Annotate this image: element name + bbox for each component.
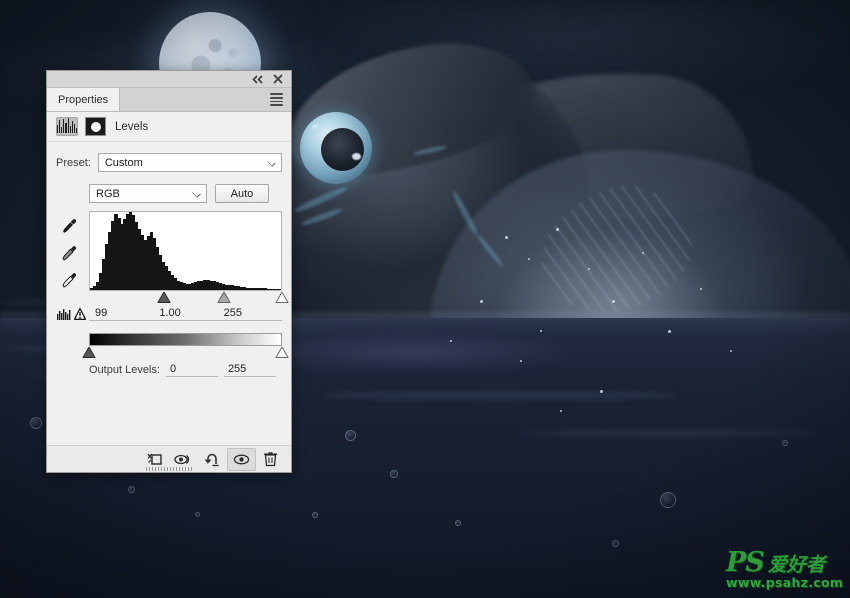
panel-footer — [47, 445, 291, 472]
channel-select[interactable]: RGB — [89, 184, 207, 203]
panel-menu-icon[interactable] — [262, 88, 291, 111]
watermark: PS 爱好者 www.psahz.com — [726, 549, 846, 591]
midtone-input-handle[interactable] — [218, 292, 231, 303]
histogram-area — [56, 211, 282, 303]
output-gradient-bar — [89, 333, 282, 346]
screenshot-root: PS 爱好者 www.psahz.com Properties — [0, 0, 850, 598]
double-chevron-left-icon[interactable] — [252, 75, 264, 84]
toggle-visibility-button[interactable] — [227, 448, 256, 471]
preset-value: Custom — [105, 157, 143, 169]
hamburger-icon — [270, 93, 283, 105]
output-black-handle[interactable] — [83, 347, 96, 358]
tab-properties[interactable]: Properties — [47, 88, 120, 111]
set-gray-point-eyedropper[interactable] — [60, 244, 78, 262]
shadow-input-field[interactable] — [89, 307, 153, 321]
channel-value: RGB — [96, 188, 120, 200]
midtone-input-field[interactable] — [153, 307, 217, 321]
highlight-input-value[interactable] — [218, 307, 282, 321]
midtone-input-value[interactable] — [153, 307, 217, 321]
warning-triangle-icon — [74, 308, 86, 320]
histogram-bar — [278, 289, 282, 290]
output-black-field[interactable] — [166, 363, 218, 377]
eyedropper-group — [56, 211, 82, 303]
properties-panel[interactable]: Properties Levels Preset: Custom — [46, 70, 292, 473]
histogram-column — [89, 211, 282, 303]
eye-previous-state-icon — [174, 452, 193, 467]
delete-button[interactable] — [256, 448, 285, 471]
histogram-warning-icons — [56, 308, 89, 320]
close-icon[interactable] — [273, 74, 283, 84]
adjustment-header: Levels — [47, 112, 291, 142]
watermark-logo: PS 爱好者 — [726, 549, 825, 576]
set-black-point-eyedropper[interactable] — [60, 217, 78, 235]
output-levels-label: Output Levels: — [89, 364, 160, 376]
output-black-value[interactable] — [166, 363, 218, 377]
auto-button[interactable]: Auto — [215, 184, 269, 203]
chevron-down-icon — [267, 158, 275, 166]
input-levels-slider[interactable] — [89, 292, 282, 303]
eye-icon — [233, 453, 250, 466]
output-white-handle[interactable] — [276, 347, 289, 358]
histogram-small-icon — [57, 308, 72, 320]
output-levels-area — [56, 333, 282, 358]
channel-row: RGB Auto — [56, 184, 282, 203]
clip-to-layer-icon — [146, 452, 163, 467]
layer-mask-thumbnail[interactable] — [85, 117, 106, 136]
set-white-point-eyedropper[interactable] — [60, 271, 78, 289]
highlight-input-field[interactable] — [218, 307, 282, 321]
output-white-value[interactable] — [224, 363, 276, 377]
shadow-input-value[interactable] — [89, 307, 153, 321]
watermark-logo-latin: PS — [726, 549, 764, 576]
tab-properties-label: Properties — [58, 94, 108, 106]
preset-row: Preset: Custom — [56, 153, 282, 172]
preset-label: Preset: — [56, 157, 91, 169]
reset-arrow-icon — [204, 452, 221, 467]
chevron-down-icon — [192, 189, 200, 197]
output-white-field[interactable] — [224, 363, 276, 377]
preset-select[interactable]: Custom — [98, 153, 282, 172]
highlight-input-handle[interactable] — [276, 292, 289, 303]
panel-resize-grip[interactable] — [146, 467, 192, 471]
output-levels-row: Output Levels: — [56, 363, 282, 377]
watermark-logo-cn: 爱好者 — [768, 556, 825, 575]
panel-body: Preset: Custom RGB Auto — [47, 142, 291, 445]
levels-adjustment-icon[interactable] — [56, 117, 78, 136]
panel-titlebar[interactable] — [47, 71, 291, 88]
histogram-chart[interactable] — [89, 211, 282, 291]
input-levels-row — [56, 307, 282, 321]
adjustment-title: Levels — [115, 121, 148, 133]
panel-tabstrip[interactable]: Properties — [47, 88, 291, 112]
trash-icon — [263, 451, 278, 467]
reset-button[interactable] — [198, 448, 227, 471]
shadow-input-handle[interactable] — [158, 292, 171, 303]
watermark-url: www.psahz.com — [726, 577, 843, 590]
output-levels-slider[interactable] — [89, 347, 282, 358]
